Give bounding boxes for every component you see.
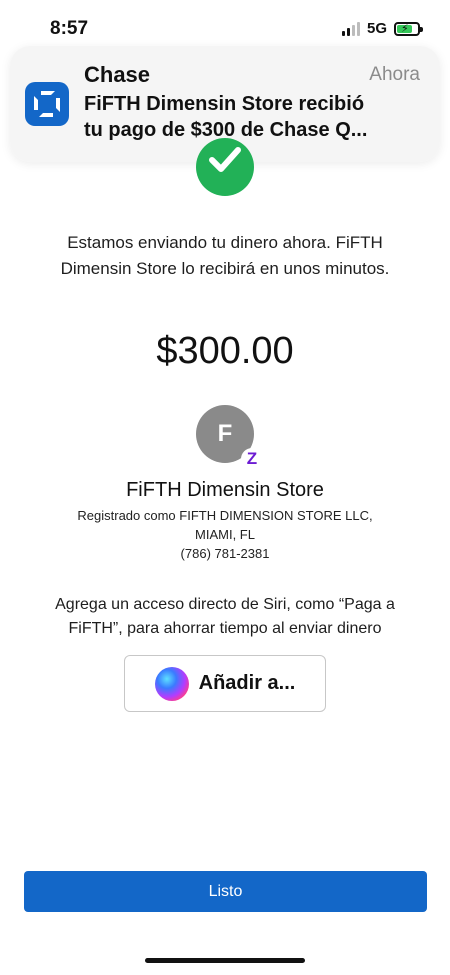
registered-location: MIAMI, FL (195, 527, 255, 542)
checkmark-icon (196, 138, 254, 196)
notification-body-line2: tu pago de $300 de Chase Q... (84, 119, 368, 141)
siri-icon (154, 666, 189, 701)
status-bar: 8:57 5G ⚡ (0, 0, 450, 40)
siri-shortcut-text: Agrega un acceso directo de Siri, como “… (55, 596, 395, 637)
battery-icon: ⚡ (394, 21, 423, 36)
add-to-siri-label: Añadir a... (198, 672, 296, 694)
signal-icon (341, 21, 360, 36)
chase-logo-icon (25, 82, 69, 126)
notification-app-name: Chase (84, 62, 151, 87)
recipient-phone: (786) 781-2381 (180, 546, 270, 561)
signal-bar (346, 27, 350, 36)
status-indicators: 5G ⚡ (341, 20, 423, 37)
payment-amount: $300.00 (156, 330, 294, 372)
status-message: Estamos enviando tu dinero ahora. FiFTH … (60, 233, 390, 278)
recipient-details: Registrado como FIFTH DIMENSION STORE LL… (40, 506, 410, 563)
recipient-name: FiFTH Dimensin Store (126, 479, 324, 501)
bolt-icon: ⚡ (401, 22, 409, 35)
notification-time: Ahora (369, 64, 420, 85)
notification-body-line1: FiFTH Dimensin Store recibió (84, 93, 365, 115)
signal-bar (356, 21, 360, 36)
home-indicator[interactable] (145, 958, 305, 963)
network-type: 5G (366, 20, 387, 37)
notification-body: FiFTH Dimensin Store recibió tu pago de … (84, 91, 429, 143)
status-time: 8:57 (50, 18, 89, 39)
registered-name: Registrado como FIFTH DIMENSION STORE LL… (77, 508, 373, 523)
battery-cap (420, 26, 423, 32)
signal-bar (341, 30, 345, 36)
done-button[interactable]: Listo (24, 871, 427, 912)
signal-bar (351, 24, 355, 36)
add-to-siri-button[interactable]: Añadir a... (124, 655, 326, 712)
zelle-icon: Z (241, 448, 263, 470)
